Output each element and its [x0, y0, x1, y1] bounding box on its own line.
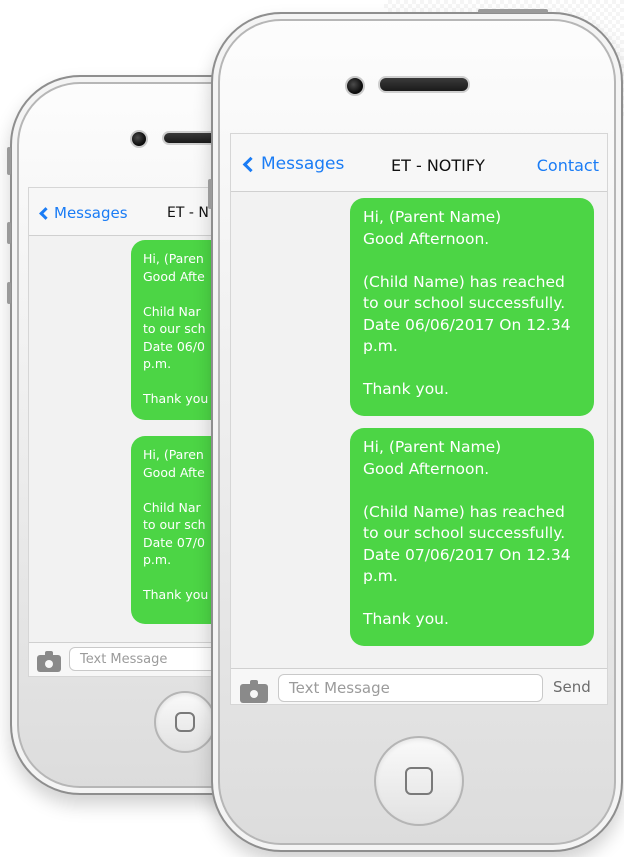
- back-navbar: Messages ET - N: [29, 188, 217, 236]
- front-phone-camera-icon: [345, 76, 365, 96]
- conversation-title: ET - NOTIFY: [391, 156, 485, 175]
- back-message-bubble-1: Hi, (Paren Good Afte Child Nar to our sc…: [131, 240, 217, 420]
- messages-back-label: Messages: [261, 154, 345, 174]
- send-button[interactable]: Send: [553, 678, 591, 696]
- chevron-left-icon: [242, 156, 259, 172]
- back-message-bubble-2: Hi, (Paren Good Afte Child Nar to our sc…: [131, 436, 217, 624]
- back-phone-volume-up: [7, 222, 11, 244]
- chevron-left-icon: [39, 206, 52, 220]
- back-camera-icon[interactable]: [37, 651, 61, 672]
- home-square-icon: [175, 712, 195, 732]
- front-phone-power-button: [478, 9, 548, 13]
- back-phone-screen: Messages ET - N Hi, (Paren Good Afte Chi…: [28, 187, 218, 677]
- back-nav-title: ET - N: [167, 205, 209, 221]
- message-bubble-1: Hi, (Parent Name) Good Afternoon. (Child…: [350, 198, 594, 416]
- stage: Messages ET - N Hi, (Paren Good Afte Chi…: [0, 0, 624, 857]
- front-phone-mute-switch: [208, 179, 212, 209]
- message-bubble-2: Hi, (Parent Name) Good Afternoon. (Child…: [350, 428, 594, 646]
- back-phone-volume-down: [7, 282, 11, 304]
- back-phone-home-button-icon[interactable]: [154, 691, 216, 753]
- camera-icon[interactable]: [240, 680, 268, 703]
- navbar: Messages ET - NOTIFY Contact: [231, 134, 607, 192]
- front-phone-screen: Messages ET - NOTIFY Contact Hi, (Parent…: [230, 133, 608, 705]
- back-text-message-input[interactable]: Text Message: [69, 647, 217, 671]
- home-square-icon: [405, 767, 433, 795]
- back-composer-bar: Text Message: [29, 642, 217, 676]
- back-messages-label: Messages: [54, 204, 128, 222]
- front-phone-home-button-icon[interactable]: [374, 736, 464, 826]
- composer-bar: Text Message Send: [231, 668, 607, 704]
- contact-button[interactable]: Contact: [537, 156, 599, 175]
- messages-back-button[interactable]: Messages: [242, 154, 345, 174]
- back-phone-mute-switch: [7, 147, 11, 175]
- back-messages-button[interactable]: Messages: [39, 204, 128, 222]
- front-phone-speaker-icon: [378, 76, 470, 93]
- back-phone-camera-icon: [130, 130, 148, 148]
- text-message-input[interactable]: Text Message: [278, 674, 543, 702]
